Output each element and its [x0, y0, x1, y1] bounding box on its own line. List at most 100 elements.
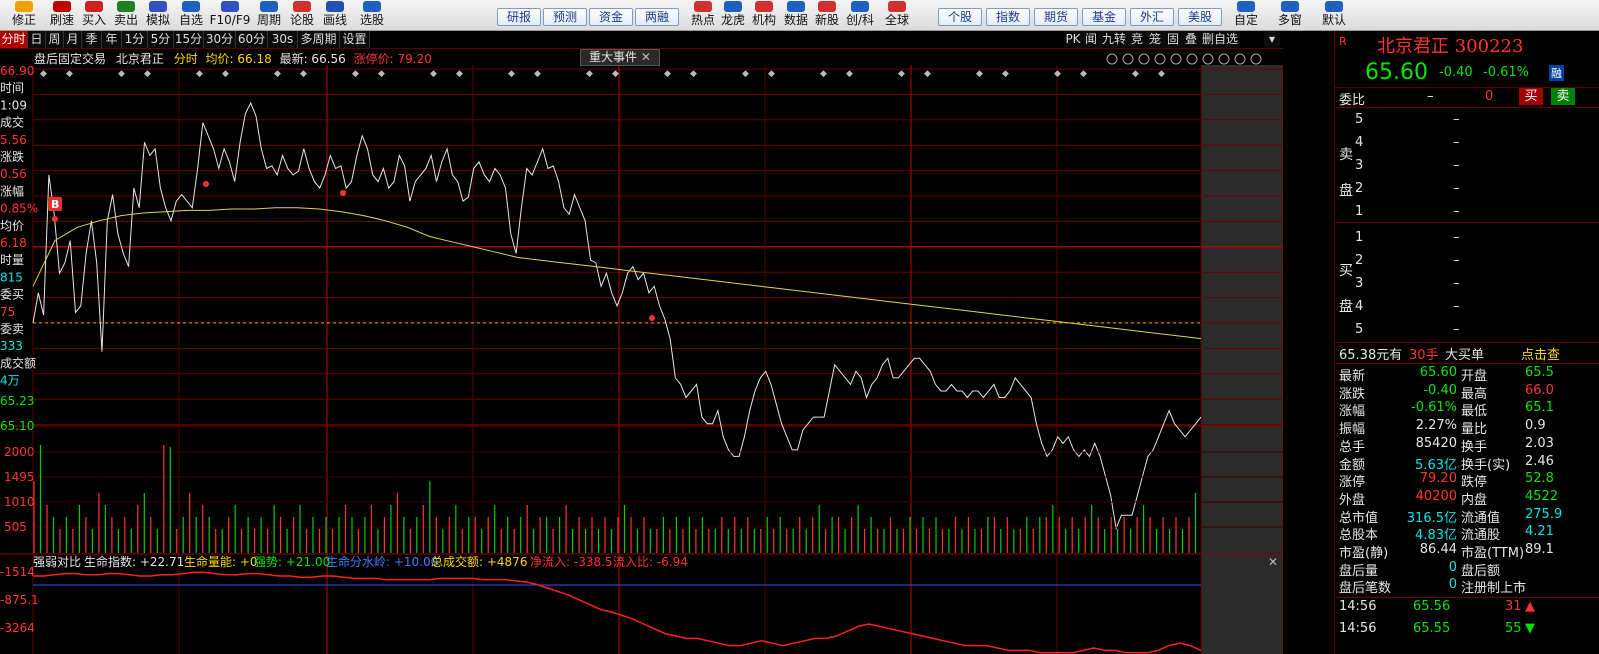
event-diamond-icon[interactable]: ◆	[378, 69, 385, 79]
period-tab-11[interactable]: 30s	[268, 31, 298, 48]
toolbar-box2-5[interactable]: 美股	[1178, 8, 1222, 26]
event-diamond-icon[interactable]: ◆	[690, 69, 697, 79]
event-diamond-icon[interactable]: ◆	[1158, 69, 1165, 79]
event-diamond-icon[interactable]: ◆	[586, 69, 593, 79]
sell-button[interactable]: 卖	[1551, 88, 1575, 105]
toolbar-button2-6[interactable]: 全球	[878, 0, 916, 30]
toolbar-button2-3[interactable]: 数据	[780, 0, 812, 30]
period-tab-12[interactable]: 多周期	[298, 31, 340, 48]
event-diamond-icon[interactable]: ◆	[144, 69, 151, 79]
event-diamond-icon[interactable]: ◆	[40, 69, 47, 79]
chart-tool-tab-7[interactable]: 删自选	[1200, 31, 1240, 48]
toolbar-button3-0[interactable]: 自定	[1226, 0, 1266, 30]
toolbar-button-2[interactable]: 买入	[78, 0, 110, 30]
toolbar-box2-0[interactable]: 个股	[938, 8, 982, 26]
toolbar-button3-1[interactable]: 多窗	[1270, 0, 1310, 30]
period-tab-10[interactable]: 60分	[236, 31, 268, 48]
period-tab-3[interactable]: 月	[64, 31, 82, 48]
event-diamond-icon[interactable]: ◆	[664, 69, 671, 79]
close-icon[interactable]: ✕	[641, 50, 651, 64]
event-diamond-icon[interactable]: ◆	[456, 69, 463, 79]
toolbar-button-3[interactable]: 卖出	[110, 0, 142, 30]
toolbar-box2-2[interactable]: 期货	[1034, 8, 1078, 26]
period-tab-4[interactable]: 季	[82, 31, 102, 48]
close-indicator-icon[interactable]: ✕	[1268, 555, 1278, 569]
event-diamond-icon[interactable]: ◆	[196, 69, 203, 79]
event-diamond-icon[interactable]: ◆	[118, 69, 125, 79]
event-diamond-icon[interactable]: ◆	[1002, 69, 1009, 79]
toolbar-button-10[interactable]: 选股	[352, 0, 392, 30]
zoom-in-icon[interactable]	[1234, 53, 1246, 65]
signal-dot[interactable]	[340, 190, 346, 196]
event-diamond-icon[interactable]: ◆	[820, 69, 827, 79]
toolbar-button-5[interactable]: 自选	[174, 0, 208, 30]
period-tab-6[interactable]: 1分	[122, 31, 148, 48]
toolbar-button2-4[interactable]: 新股	[812, 0, 842, 30]
event-diamond-icon[interactable]: ◆	[300, 69, 307, 79]
toolbar-button-9[interactable]: 画线	[318, 0, 352, 30]
toolbar-button2-0[interactable]: 热点	[688, 0, 718, 30]
event-diamond-icon[interactable]: ◆	[534, 69, 541, 79]
event-diamond-icon[interactable]: ◆	[430, 69, 437, 79]
eye-icon[interactable]	[1122, 53, 1134, 65]
toolbar-button-8[interactable]: 论股	[286, 0, 318, 30]
toolbar-button2-2[interactable]: 机构	[748, 0, 780, 30]
toolbar-button-1[interactable]: 刷速	[46, 0, 78, 30]
chart-tool-tab-0[interactable]: PK	[1064, 31, 1082, 48]
toolbar-box-1[interactable]: 预测	[543, 8, 587, 26]
dropdown-icon[interactable]: ▾	[1264, 31, 1280, 48]
toolbar-button-6[interactable]: F10/F9	[208, 0, 252, 30]
event-diamond-icon[interactable]: ◆	[66, 69, 73, 79]
toolbar-button-7[interactable]: 周期	[252, 0, 286, 30]
chart-tool-tab-1[interactable]: 闻	[1082, 31, 1100, 48]
gear-icon[interactable]	[1154, 53, 1166, 65]
chart-tool-tab-3[interactable]: 竞	[1128, 31, 1146, 48]
event-diamond-icon[interactable]: ◆	[1054, 69, 1061, 79]
event-diamond-icon[interactable]: ◆	[1132, 69, 1139, 79]
signal-dot[interactable]	[52, 216, 58, 222]
event-diamond-icon[interactable]: ◆	[846, 69, 853, 79]
event-diamond-icon[interactable]: ◆	[352, 69, 359, 79]
period-tab-7[interactable]: 5分	[148, 31, 174, 48]
chart-tool-tab-4[interactable]: 笼	[1146, 31, 1164, 48]
event-diamond-icon[interactable]: ◆	[222, 69, 229, 79]
event-diamond-icon[interactable]: ◆	[768, 69, 775, 79]
toolbar-button3-2[interactable]: 默认	[1314, 0, 1354, 30]
signal-dot[interactable]	[203, 181, 209, 187]
toolbar-box2-1[interactable]: 指数	[986, 8, 1030, 26]
zoom-out-icon[interactable]	[1250, 53, 1262, 65]
event-diamond-icon[interactable]: ◆	[274, 69, 281, 79]
period-tab-9[interactable]: 30分	[204, 31, 236, 48]
toolbar-button-0[interactable]: 修正	[2, 0, 46, 30]
chart-tool-tab-6[interactable]: 叠	[1182, 31, 1200, 48]
toolbar-box-2[interactable]: 资金	[589, 8, 633, 26]
toolbar-box2-3[interactable]: 基金	[1082, 8, 1126, 26]
event-badge[interactable]: 重大事件 ✕	[580, 49, 660, 66]
event-diamond-icon[interactable]: ◆	[976, 69, 983, 79]
toolbar-button2-5[interactable]: 创/科	[842, 0, 878, 30]
period-tab-0[interactable]: 分时	[0, 31, 28, 48]
big-order-link[interactable]: 点击查	[1521, 344, 1560, 363]
pen-icon[interactable]	[1106, 53, 1118, 65]
period-tab-2[interactable]: 周	[46, 31, 64, 48]
buy-button[interactable]: 买	[1519, 88, 1543, 105]
toolbar-box2-4[interactable]: 外汇	[1130, 8, 1174, 26]
redo-icon[interactable]	[1202, 53, 1214, 65]
event-diamond-icon[interactable]: ◆	[898, 69, 905, 79]
event-diamond-icon[interactable]: ◆	[612, 69, 619, 79]
period-tab-1[interactable]: 日	[28, 31, 46, 48]
hand-icon[interactable]	[1138, 53, 1150, 65]
lock-icon[interactable]	[1218, 53, 1230, 65]
chart-tool-tab-5[interactable]: 固	[1164, 31, 1182, 48]
event-diamond-icon[interactable]: ◆	[1080, 69, 1087, 79]
play-icon[interactable]	[1170, 53, 1182, 65]
event-diamond-icon[interactable]: ◆	[924, 69, 931, 79]
intraday-chart[interactable]: 1.36%1.17%0.98%0.78%0.59%0.39%0.20%0.00%…	[0, 49, 1283, 654]
period-tab-8[interactable]: 15分	[174, 31, 204, 48]
toolbar-button2-1[interactable]: 龙虎	[718, 0, 748, 30]
toolbar-box-0[interactable]: 研报	[497, 8, 541, 26]
toolbar-box-3[interactable]: 两融	[635, 8, 679, 26]
signal-dot[interactable]	[649, 315, 655, 321]
chart-tool-tab-2[interactable]: 九转	[1100, 31, 1128, 48]
toolbar-button-4[interactable]: 模拟	[142, 0, 174, 30]
